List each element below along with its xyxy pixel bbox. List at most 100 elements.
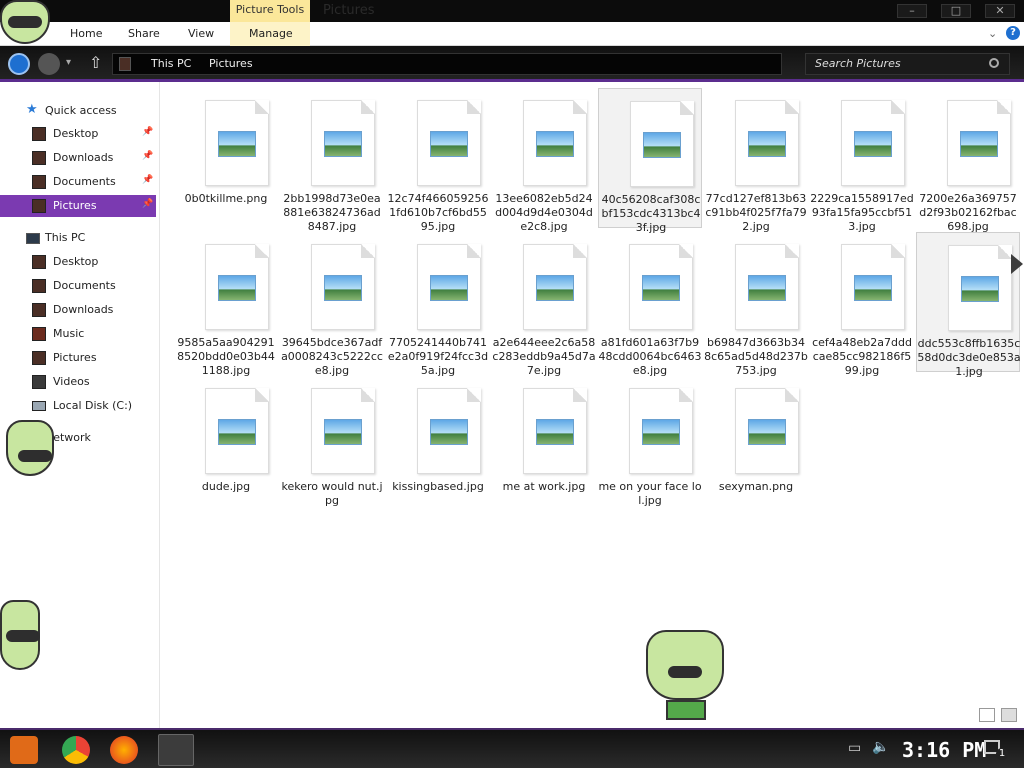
details-view-icon[interactable]	[979, 708, 995, 722]
sidebar-item-pictures-pc[interactable]: Pictures	[0, 347, 156, 369]
file-item[interactable]: 0b0tkillme.png	[174, 88, 278, 228]
file-item[interactable]: sexyman.png	[704, 376, 808, 516]
file-name: 12c74f4660592561fd610b7cf6bd5595.jpg	[387, 192, 489, 233]
firefox-icon[interactable]	[110, 736, 138, 764]
file-name: cef4a48eb2a7dddcae85cc982186f599.jpg	[812, 336, 912, 377]
file-name: ddc553c8ffb1635c58d0dc3de0e853a1.jpg	[917, 337, 1021, 378]
expand-ribbon-icon[interactable]: ⌄	[988, 27, 997, 40]
close-button[interactable]: ✕	[985, 4, 1015, 18]
chrome-icon[interactable]	[62, 736, 90, 764]
image-file-icon	[841, 100, 905, 186]
file-item[interactable]: 2bb1998d73e0ea881e63824736ad8487.jpg	[280, 88, 384, 233]
tab-share[interactable]: Share	[128, 27, 160, 40]
large-icons-view-icon[interactable]	[1001, 708, 1017, 722]
forward-icon[interactable]	[38, 53, 60, 75]
back-icon[interactable]	[8, 53, 30, 75]
tab-manage[interactable]: Manage	[249, 27, 293, 40]
pin-icon[interactable]: 📌	[142, 151, 153, 162]
image-thumbnail-icon	[324, 131, 362, 157]
search-icon[interactable]	[989, 58, 999, 68]
image-file-icon	[947, 100, 1011, 186]
image-thumbnail-icon	[430, 131, 468, 157]
file-item[interactable]: kissingbased.jpg	[386, 376, 490, 516]
file-item[interactable]: me at work.jpg	[492, 376, 596, 516]
file-name: kekero would nut.jpg	[281, 480, 383, 507]
file-item[interactable]: me on your face lol.jpg	[598, 376, 702, 516]
start-icon[interactable]	[10, 736, 38, 764]
file-item[interactable]: a2e644eee2c6a58c283eddb9a45d7a7e.jpg	[492, 232, 596, 377]
address-bar-row: ▾ ⇧ This PC Pictures Search Pictures	[0, 46, 1024, 82]
sidebar-item-label: Desktop	[53, 127, 99, 140]
pin-icon[interactable]: 📌	[142, 175, 153, 186]
sidebar-this-pc[interactable]: This PC	[0, 227, 156, 249]
pin-icon[interactable]: 📌	[142, 127, 153, 138]
taskbar: ▭ 🔈 3:16 PM 1	[0, 728, 1024, 768]
file-explorer-icon[interactable]	[158, 734, 194, 766]
maximize-button[interactable]: □	[941, 4, 971, 18]
image-file-icon	[629, 244, 693, 330]
help-icon[interactable]: ?	[1006, 26, 1020, 40]
volume-icon[interactable]: 🔈	[872, 739, 889, 755]
sidebar-item-desktop[interactable]: Desktop 📌	[0, 123, 156, 145]
sidebar-item-videos[interactable]: Videos	[0, 371, 156, 393]
character-decoration	[0, 600, 40, 670]
image-thumbnail-icon	[324, 275, 362, 301]
breadcrumb-this-pc[interactable]: This PC	[151, 57, 191, 70]
file-item[interactable]: kekero would nut.jpg	[280, 376, 384, 516]
sidebar-item-music[interactable]: Music	[0, 323, 156, 345]
picture-tools-label: Picture Tools	[230, 0, 310, 22]
pictures-folder-icon	[119, 57, 131, 71]
sidebar-item-desktop-pc[interactable]: Desktop	[0, 251, 156, 273]
file-item[interactable]: b69847d3663b348c65ad5d48d237b753.jpg	[704, 232, 808, 377]
file-item[interactable]: 39645bdce367adfa0008243c5222cce8.jpg	[280, 232, 384, 377]
file-item[interactable]: 7200e26a369757d2f93b02162fbac698.jpg	[916, 88, 1020, 233]
sidebar-item-downloads-pc[interactable]: Downloads	[0, 299, 156, 321]
network-tray-icon[interactable]: ▭	[848, 740, 861, 756]
sidebar-item-documents-pc[interactable]: Documents	[0, 275, 156, 297]
file-item[interactable]: ddc553c8ffb1635c58d0dc3de0e853a1.jpg	[916, 232, 1021, 378]
file-item[interactable]: a81fd601a63f7b948cdd0064bc6463e8.jpg	[598, 232, 702, 377]
file-item[interactable]: 77cd127ef813b63c91bb4f025f7fa792.jpg	[704, 88, 808, 233]
image-file-icon	[841, 244, 905, 330]
sidebar-item-label: Local Disk (C:)	[53, 399, 133, 412]
scroll-right-icon[interactable]	[1011, 254, 1023, 274]
drive-icon	[32, 401, 46, 411]
image-file-icon	[735, 388, 799, 474]
file-name: b69847d3663b348c65ad5d48d237b753.jpg	[704, 336, 808, 377]
file-name: 9585a5aa9042918520bdd0e03b441188.jpg	[177, 336, 275, 377]
sidebar-quick-access[interactable]: ★ Quick access	[0, 100, 156, 122]
minimize-button[interactable]: –	[897, 4, 927, 18]
file-item[interactable]: 12c74f4660592561fd610b7cf6bd5595.jpg	[386, 88, 490, 233]
up-icon[interactable]: ⇧	[89, 53, 102, 72]
address-field[interactable]: This PC Pictures	[112, 53, 782, 75]
sidebar-item-label: Music	[53, 327, 85, 340]
sidebar-item-label: Documents	[53, 175, 116, 188]
recent-locations-icon[interactable]: ▾	[66, 57, 71, 68]
file-item[interactable]: 7705241440b741e2a0f919f24fcc3d5a.jpg	[386, 232, 490, 377]
tab-home[interactable]: Home	[70, 27, 102, 40]
sidebar-item-local-disk[interactable]: Local Disk (C:)	[0, 395, 156, 417]
sidebar-item-downloads[interactable]: Downloads 📌	[0, 147, 156, 169]
clock[interactable]: 3:16 PM	[902, 738, 986, 762]
file-name: dude.jpg	[201, 480, 251, 493]
music-icon	[32, 327, 46, 341]
file-item[interactable]: 13ee6082eb5d24d004d9d4e0304de2c8.jpg	[492, 88, 596, 233]
image-file-icon	[205, 388, 269, 474]
sidebar-item-pictures[interactable]: Pictures 📌	[0, 195, 156, 217]
breadcrumb-pictures[interactable]: Pictures	[209, 57, 253, 70]
image-thumbnail-icon	[536, 419, 574, 445]
pin-icon[interactable]: 📌	[142, 199, 153, 210]
search-input[interactable]: Search Pictures	[805, 53, 1010, 75]
sidebar-item-documents[interactable]: Documents 📌	[0, 171, 156, 193]
image-file-icon	[205, 244, 269, 330]
tab-view[interactable]: View	[188, 27, 214, 40]
sidebar-item-label: Videos	[53, 375, 90, 388]
file-item[interactable]: cef4a48eb2a7dddcae85cc982186f599.jpg	[810, 232, 914, 377]
file-item[interactable]: 9585a5aa9042918520bdd0e03b441188.jpg	[174, 232, 278, 377]
file-item[interactable]: 2229ca1558917ed93fa15fa95ccbf513.jpg	[810, 88, 914, 233]
file-name: 40c56208caf308cbf153cdc4313bc43f.jpg	[601, 193, 701, 234]
file-item[interactable]: 40c56208caf308cbf153cdc4313bc43f.jpg	[598, 88, 702, 234]
visor-decoration	[6, 630, 40, 642]
file-item[interactable]: dude.jpg	[174, 376, 278, 516]
image-file-icon	[205, 100, 269, 186]
